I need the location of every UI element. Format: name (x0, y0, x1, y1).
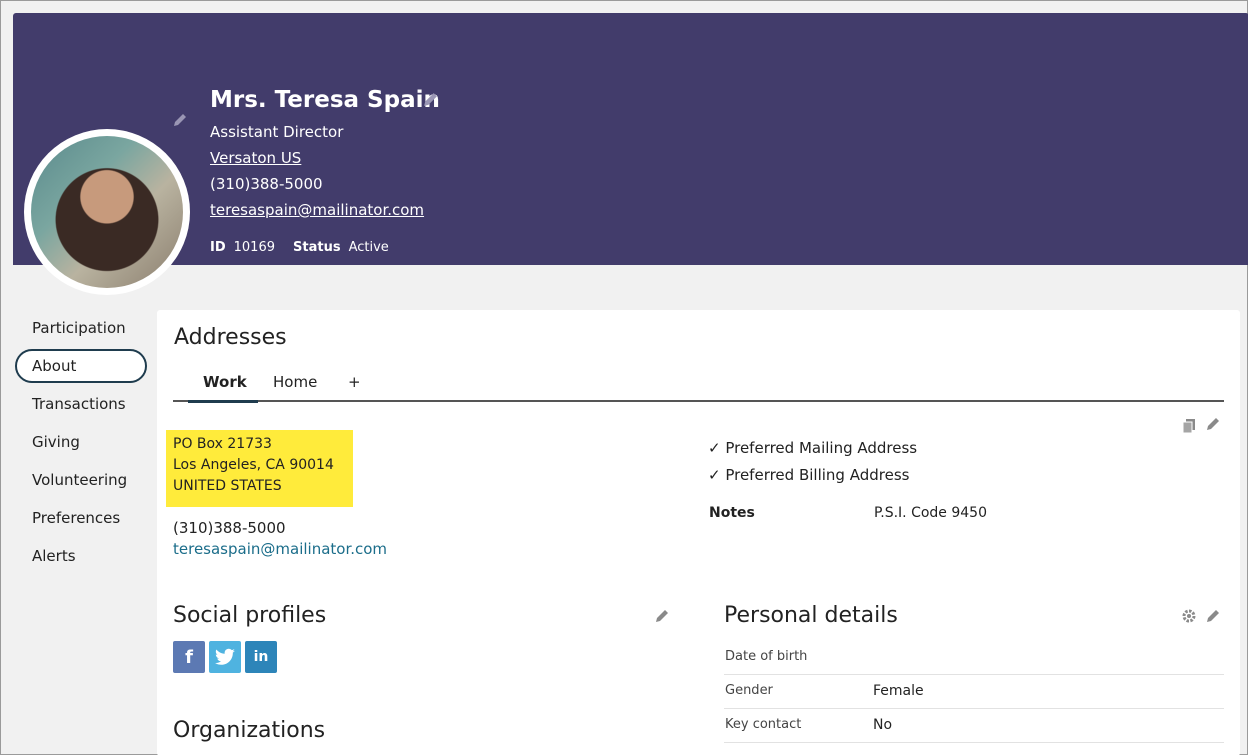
id-value: 10169 (233, 240, 275, 255)
dob-label: Date of birth (725, 649, 808, 664)
edit-address-icon[interactable] (1205, 416, 1221, 432)
notes-label: Notes (709, 505, 755, 521)
facebook-icon[interactable]: f (173, 641, 205, 673)
header-phone: (310)388-5000 (210, 175, 323, 193)
nav-item-transactions[interactable]: Transactions (15, 387, 147, 421)
personal-details-title: Personal details (724, 603, 898, 628)
status-value: Active (348, 240, 389, 255)
linkedin-icon[interactable]: in (245, 641, 277, 673)
sidebar-nav: Participation About Transactions Giving … (15, 311, 147, 577)
profile-photo (31, 136, 183, 288)
address-tabs: Work Home + (173, 365, 1224, 403)
organization-link[interactable]: Versaton US (210, 149, 301, 167)
social-profiles-title: Social profiles (173, 603, 327, 628)
twitter-icon[interactable] (209, 641, 241, 673)
id-label: ID (210, 240, 226, 255)
profile-banner (13, 13, 1248, 265)
preferred-billing: ✓ Preferred Billing Address (708, 466, 910, 484)
about-card: Addresses Work Home + PO Box 21733 Los A… (157, 310, 1240, 755)
address-phone: (310)388-5000 (173, 519, 286, 537)
address-line-2: Los Angeles, CA 90014 (173, 457, 334, 473)
gear-icon[interactable] (1181, 608, 1197, 628)
nav-item-alerts[interactable]: Alerts (15, 539, 147, 573)
nav-item-giving[interactable]: Giving (15, 425, 147, 459)
gender-value: Female (873, 683, 924, 699)
edit-photo-icon[interactable] (172, 112, 188, 128)
constituent-name: Mrs. Teresa Spain (210, 87, 440, 113)
status-label: Status (293, 240, 341, 255)
edit-name-icon[interactable] (422, 91, 439, 108)
social-links: f in (173, 641, 277, 673)
edit-personal-icon[interactable] (1205, 608, 1221, 624)
key-contact-value: No (873, 717, 893, 733)
nav-item-volunteering[interactable]: Volunteering (15, 463, 147, 497)
key-contact-label: Key contact (725, 717, 802, 732)
pd-row-gender: Gender Female (724, 675, 1224, 709)
nav-item-participation[interactable]: Participation (15, 311, 147, 345)
pd-row-key-contact: Key contact No (724, 709, 1224, 743)
tab-work[interactable]: Work (203, 373, 247, 391)
preferred-mailing: ✓ Preferred Mailing Address (708, 439, 918, 457)
avatar (24, 129, 190, 295)
edit-social-icon[interactable] (654, 608, 670, 624)
address-line-3: UNITED STATES (173, 478, 282, 494)
add-address-tab[interactable]: + (348, 373, 361, 391)
address-email-link[interactable]: teresaspain@mailinator.com (173, 540, 387, 558)
nav-item-about[interactable]: About (15, 349, 147, 383)
tab-home[interactable]: Home (273, 373, 317, 391)
header-meta: ID 10169 Status Active (210, 240, 389, 255)
job-title: Assistant Director (210, 123, 344, 141)
gender-label: Gender (725, 683, 773, 698)
organizations-title: Organizations (173, 718, 326, 743)
nav-item-preferences[interactable]: Preferences (15, 501, 147, 535)
addresses-title: Addresses (174, 325, 287, 350)
notes-value: P.S.I. Code 9450 (874, 505, 987, 521)
active-tab-indicator (188, 400, 258, 403)
pd-row-dob: Date of birth (724, 641, 1224, 675)
copy-icon[interactable] (1182, 418, 1196, 438)
address-line-1: PO Box 21733 (173, 436, 272, 452)
header-email-link[interactable]: teresaspain@mailinator.com (210, 201, 424, 219)
